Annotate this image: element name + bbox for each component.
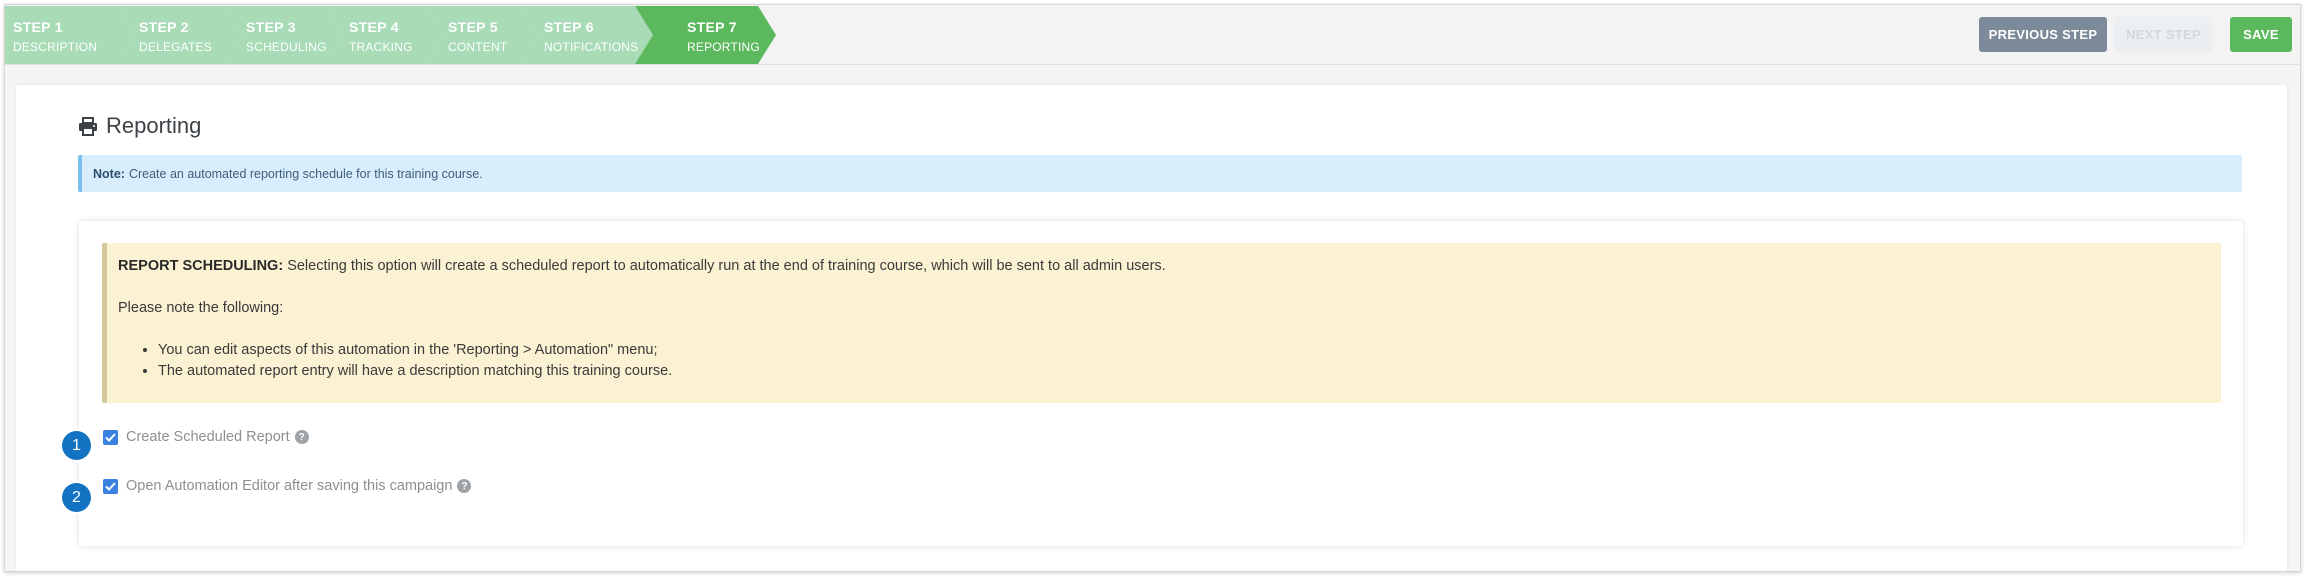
info-list: You can edit aspects of this automation …	[118, 340, 2221, 382]
step-number: STEP 6	[544, 19, 594, 35]
step-label: REPORTING	[687, 40, 760, 54]
help-icon[interactable]: ?	[457, 479, 472, 493]
checkmark-icon	[105, 481, 116, 491]
info-line: REPORT SCHEDULING: Selecting this option…	[118, 256, 2221, 277]
info-intro: Please note the following:	[118, 300, 284, 316]
create-scheduled-report-checkbox[interactable]	[103, 429, 118, 445]
note-banner: Note: Create an automated reporting sche…	[78, 155, 2242, 192]
step-notifications[interactable]: STEP 6 NOTIFICATIONS	[520, 6, 653, 64]
step-reporting[interactable]: STEP 7 REPORTING	[635, 6, 776, 64]
printer-icon	[79, 116, 97, 136]
option-open-automation-editor[interactable]: Open Automation Editor after saving this…	[103, 475, 472, 497]
info-heading: REPORT SCHEDULING:	[118, 258, 284, 274]
option-create-scheduled-report[interactable]: Create Scheduled Report ?	[103, 426, 309, 448]
report-panel: REPORT SCHEDULING: Selecting this option…	[79, 221, 2243, 546]
step-scheduling[interactable]: STEP 3 SCHEDULING	[224, 6, 344, 64]
wizard-bar: STEP 1 DESCRIPTION STEP 2 DELEGATES STEP…	[5, 5, 2300, 65]
note-label: Note:	[93, 166, 125, 181]
step-label: TRACKING	[349, 40, 413, 54]
info-text: Selecting this option will create a sche…	[287, 258, 1166, 274]
step-number: STEP 7	[687, 19, 737, 35]
list-item: You can edit aspects of this automation …	[158, 340, 2221, 361]
checkmark-icon	[105, 432, 116, 442]
open-automation-editor-checkbox[interactable]	[103, 478, 118, 494]
help-icon[interactable]: ?	[294, 430, 309, 444]
previous-step-button[interactable]: PREVIOUS STEP	[1979, 17, 2107, 52]
step-number: STEP 1	[13, 19, 63, 35]
step-label: CONTENT	[448, 40, 508, 54]
content-card: Reporting Note: Create an automated repo…	[16, 85, 2287, 571]
note-text: Create an automated reporting schedule f…	[128, 166, 483, 181]
step-badge-2: 2	[62, 483, 91, 512]
option-label: Open Automation Editor after saving this…	[126, 478, 453, 494]
step-badge-1: 1	[62, 431, 91, 460]
step-delegates[interactable]: STEP 2 DELEGATES	[118, 6, 242, 64]
step-description[interactable]: STEP 1 DESCRIPTION	[5, 6, 136, 64]
step-number: STEP 3	[246, 19, 296, 35]
report-scheduling-info: REPORT SCHEDULING: Selecting this option…	[102, 243, 2221, 403]
next-step-button[interactable]: NEXT STEP	[2115, 17, 2212, 52]
list-item: The automated report entry will have a d…	[158, 361, 2221, 382]
option-label: Create Scheduled Report	[126, 429, 290, 445]
step-label: NOTIFICATIONS	[544, 40, 639, 54]
step-number: STEP 5	[448, 19, 498, 35]
page-title: Reporting	[78, 111, 201, 141]
step-label: DELEGATES	[139, 40, 212, 54]
step-label: SCHEDULING	[246, 40, 327, 54]
step-number: STEP 2	[139, 19, 189, 35]
step-number: STEP 4	[349, 19, 399, 35]
app-window: STEP 1 DESCRIPTION STEP 2 DELEGATES STEP…	[4, 4, 2301, 572]
step-label: DESCRIPTION	[13, 40, 98, 54]
save-button[interactable]: SAVE	[2230, 17, 2292, 52]
page-title-text: Reporting	[106, 113, 202, 138]
